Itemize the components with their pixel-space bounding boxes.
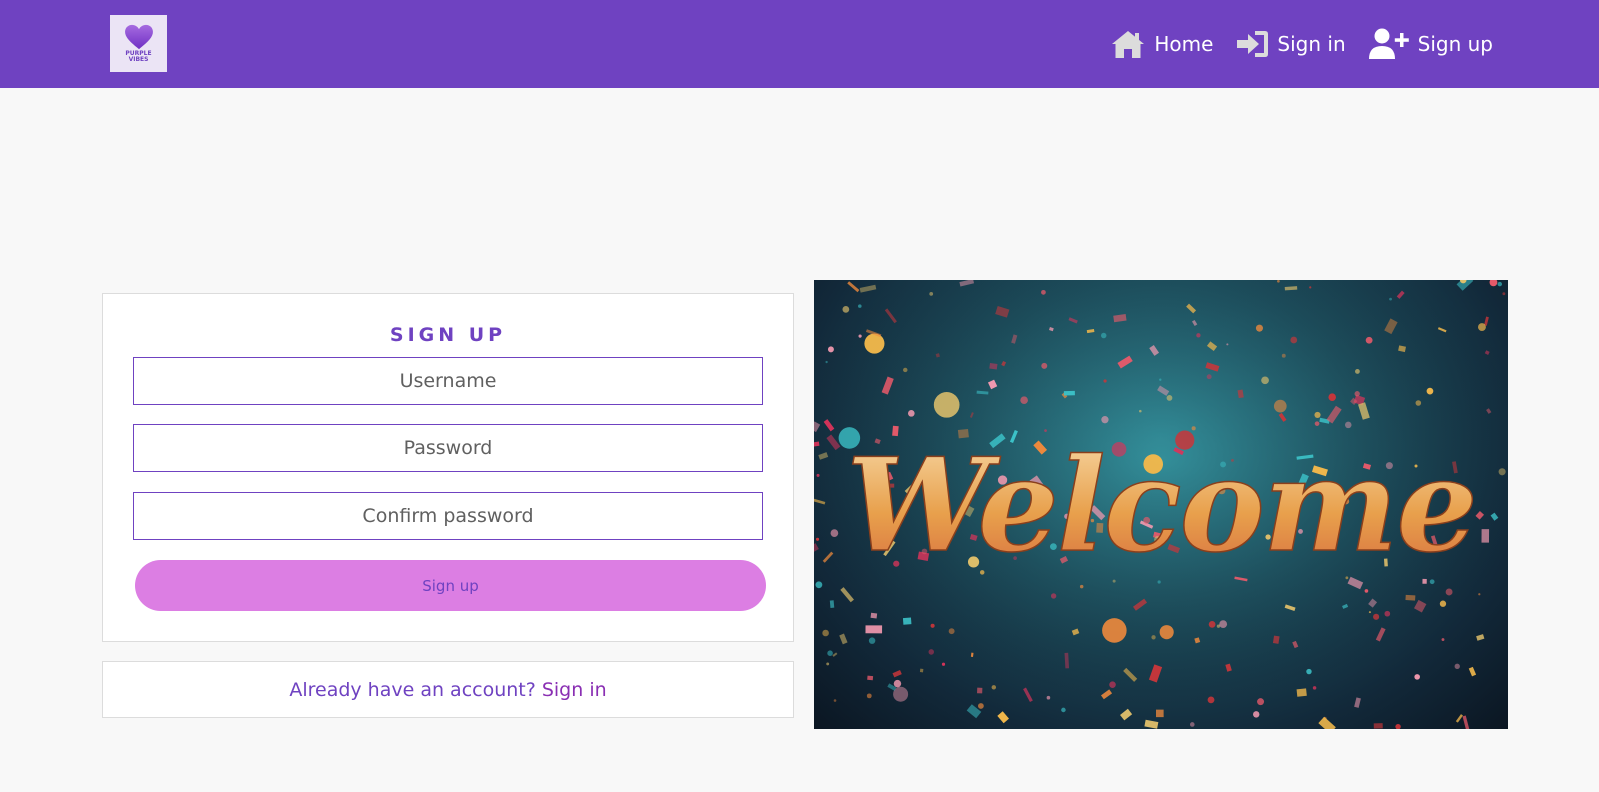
nav-links: Home Sign in Sign up xyxy=(1110,0,1493,88)
nav-home-link[interactable]: Home xyxy=(1110,29,1213,59)
home-icon xyxy=(1112,31,1145,58)
heart-icon xyxy=(124,24,153,50)
signin-link[interactable]: Sign in xyxy=(542,679,607,701)
nav-signin-label: Sign in xyxy=(1277,32,1346,56)
signin-prompt-card: Already have an account? Sign in xyxy=(102,661,794,718)
nav-signup-label: Sign up xyxy=(1417,32,1493,56)
username-input[interactable] xyxy=(133,357,763,405)
signin-prompt-text: Already have an account? xyxy=(289,678,536,701)
logo-text: PURPLE VIBES xyxy=(125,50,152,63)
welcome-text-art: Welcome xyxy=(845,430,1478,582)
confirm-password-input[interactable] xyxy=(133,492,763,540)
form-title: SIGN UP xyxy=(389,324,507,346)
welcome-image: Welcome xyxy=(814,280,1508,729)
sign-in-icon xyxy=(1237,31,1269,57)
brand-logo[interactable]: PURPLE VIBES xyxy=(110,15,167,72)
signup-submit-button[interactable]: Sign up xyxy=(135,560,766,611)
welcome-text: Welcome xyxy=(846,431,1476,581)
navbar: PURPLE VIBES Home Sign in Sign up xyxy=(0,0,1599,88)
nav-signin-link[interactable]: Sign in xyxy=(1235,29,1346,59)
nav-home-label: Home xyxy=(1154,32,1214,56)
password-input[interactable] xyxy=(133,424,763,472)
signup-form: SIGN UP Sign up xyxy=(102,293,794,642)
nav-signup-link[interactable]: Sign up xyxy=(1368,28,1493,60)
user-plus-icon xyxy=(1368,28,1409,59)
